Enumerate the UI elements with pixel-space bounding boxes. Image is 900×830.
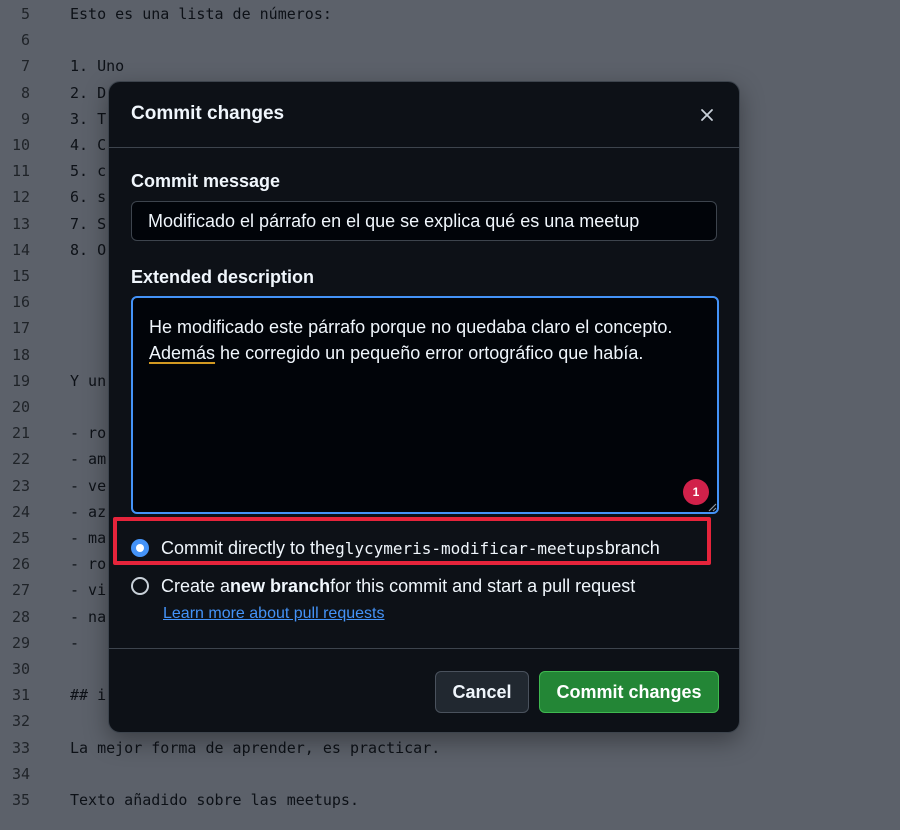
line-number: 28: [11, 607, 30, 626]
line-text: 7. S: [70, 214, 107, 233]
line-number: 22: [11, 450, 30, 469]
line-number: 17: [11, 319, 30, 338]
editor-line: 34: [0, 761, 900, 787]
line-text: - ma: [70, 529, 107, 547]
radio-checked-icon[interactable]: [131, 539, 149, 557]
line-number: 35: [11, 791, 30, 809]
line-number: 10: [11, 136, 30, 154]
line-text: 5. c: [70, 162, 107, 181]
radio-unchecked-icon[interactable]: [131, 577, 149, 595]
line-number: 31: [11, 686, 30, 705]
line-text: - az: [70, 502, 107, 521]
new-branch-option[interactable]: Create a new branch for this commit and …: [131, 572, 635, 600]
line-number: 13: [11, 214, 30, 233]
line-text: - ve: [70, 476, 107, 495]
line-text: 1. Uno: [70, 57, 125, 76]
line-text: 6. s: [70, 188, 107, 207]
line-text: - na: [70, 607, 107, 626]
line-text: Texto añadido sobre las meetups.: [70, 791, 359, 809]
line-text: 8. O: [70, 240, 107, 259]
dialog-header: Commit changes: [109, 82, 739, 148]
commit-direct-option[interactable]: Commit directly to the glycymeris-modifi…: [131, 534, 660, 562]
line-number: 18: [11, 345, 30, 364]
line-number: 15: [11, 267, 30, 285]
close-button[interactable]: [693, 101, 721, 129]
line-text: ## i: [70, 686, 107, 705]
line-text: Esto es una lista de números:: [70, 5, 332, 23]
new-branch-bold: new branch: [230, 575, 331, 596]
editor-line: 7 1. Uno: [0, 53, 900, 79]
new-branch-prefix: Create a: [161, 575, 231, 596]
line-number: 25: [11, 529, 30, 547]
dialog-title: Commit changes: [131, 103, 285, 124]
cancel-button[interactable]: Cancel: [435, 671, 529, 713]
line-number: 29: [11, 633, 30, 652]
commit-changes-button[interactable]: Commit changes: [539, 671, 719, 713]
commit-message-input[interactable]: Modificado el párrafo en el que se expli…: [131, 201, 717, 241]
line-number: 16: [11, 293, 30, 312]
new-branch-suffix: for this commit and start a pull request: [330, 575, 636, 596]
extended-description-textarea[interactable]: He modificado este párrafo porque no que…: [131, 296, 719, 514]
line-number: 34: [11, 764, 30, 783]
line-number: 8: [20, 83, 30, 102]
line-text: 2. D: [70, 83, 107, 102]
line-number: 11: [11, 162, 30, 181]
line-number: 33: [11, 738, 30, 757]
commit-direct-prefix: Commit directly to the: [161, 537, 336, 558]
line-number: 21: [11, 424, 30, 443]
line-number: 32: [11, 712, 30, 731]
branch-name: glycymeris-modificar-meetups: [335, 538, 605, 558]
line-number: 19: [11, 371, 30, 390]
spelling-flagged-word: Además: [149, 343, 216, 363]
editor-line: 5 Esto es una lista de números:: [0, 1, 900, 27]
grammar-issue-badge[interactable]: 1: [683, 479, 709, 505]
line-text: - am: [70, 450, 107, 469]
line-number: 26: [11, 555, 30, 574]
line-number: 27: [11, 581, 30, 600]
editor-line: 6: [0, 27, 900, 53]
line-text: - ro: [70, 424, 107, 443]
line-text: 3. T: [70, 109, 107, 128]
line-text: 4. C: [70, 136, 107, 154]
commit-changes-dialog: Commit changes Commit message Modificado…: [108, 81, 740, 733]
line-number: 7: [20, 57, 30, 76]
editor-line: 35 Texto añadido sobre las meetups.: [0, 787, 900, 813]
commit-direct-suffix: branch: [604, 537, 660, 558]
line-number: 9: [20, 109, 30, 128]
extended-description-label: Extended description: [131, 267, 315, 287]
line-number: 6: [20, 31, 30, 50]
line-number: 12: [11, 188, 30, 207]
description-text-end: he corregido un pequeño error ortográfic…: [215, 343, 644, 363]
line-text: Y un: [70, 371, 107, 390]
line-number: 24: [11, 502, 30, 521]
learn-more-link[interactable]: Learn more about pull requests: [163, 605, 384, 623]
commit-message-label: Commit message: [131, 171, 281, 191]
resize-handle-icon[interactable]: [707, 502, 717, 512]
line-number: 20: [11, 398, 30, 416]
line-number: 5: [20, 5, 30, 23]
close-icon: [701, 109, 713, 121]
line-number: 14: [11, 240, 30, 259]
editor-line: 33 La mejor forma de aprender, es practic…: [0, 735, 900, 761]
line-text: - ro: [70, 555, 107, 574]
line-number: 23: [11, 476, 30, 495]
description-text-start: He modificado este párrafo porque no que…: [149, 317, 673, 337]
footer-divider: [109, 648, 739, 649]
line-text: - vi: [70, 581, 107, 600]
line-text: -: [70, 633, 80, 652]
line-number: 30: [11, 660, 30, 678]
line-text: La mejor forma de aprender, es practicar…: [70, 738, 441, 757]
